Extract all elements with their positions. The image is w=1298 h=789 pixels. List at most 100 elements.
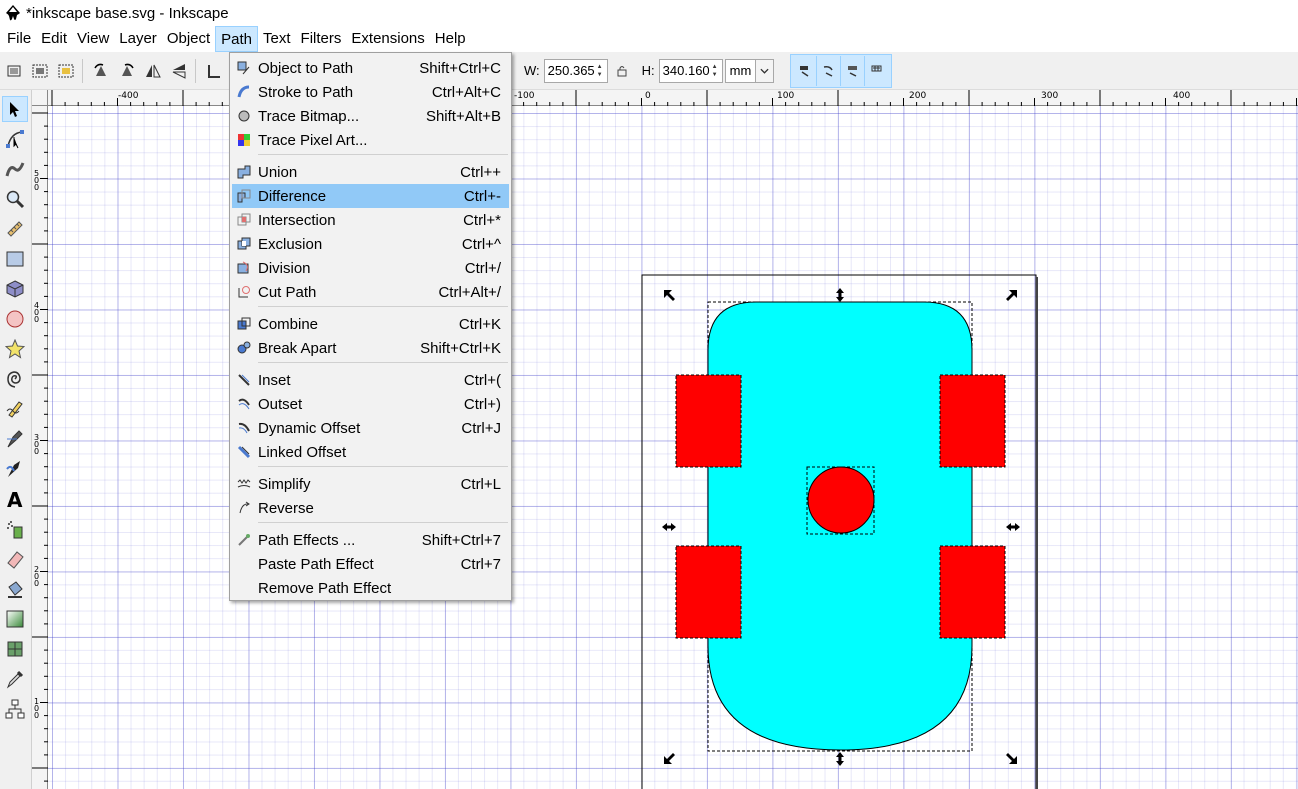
menu-item-difference[interactable]: Difference Ctrl+- [232, 184, 509, 208]
mesh-tool-icon[interactable] [2, 636, 28, 662]
menu-item-division[interactable]: Division Ctrl+/ [232, 256, 509, 280]
eraser-tool-icon[interactable] [2, 546, 28, 572]
inkscape-logo-icon [6, 5, 20, 21]
height-input[interactable] [659, 59, 712, 82]
menu-layer[interactable]: Layer [114, 26, 162, 52]
menu-item-reverse[interactable]: Reverse [232, 496, 509, 520]
unit-select[interactable]: mm [724, 58, 775, 83]
menu-item-simplify[interactable]: Simplify Ctrl+L [232, 472, 509, 496]
calligraphy-tool-icon[interactable] [2, 456, 28, 482]
menu-item-union[interactable]: Union Ctrl++ [232, 160, 509, 184]
move-patterns-icon[interactable] [865, 56, 889, 86]
dynamic-offset-icon [236, 420, 252, 436]
pen-tool-icon[interactable] [2, 426, 28, 452]
menu-item-remove-path-effect[interactable]: Remove Path Effect [232, 576, 509, 600]
menu-item-dynamic-offset[interactable]: Dynamic Offset Ctrl+J [232, 416, 509, 440]
rotate-ccw-icon[interactable] [89, 59, 113, 83]
measure-tool-icon[interactable] [2, 216, 28, 242]
menu-path[interactable]: Path [215, 26, 259, 52]
pencil-tool-icon[interactable] [2, 396, 28, 422]
ruler-label: -400 [118, 91, 139, 101]
ruler-label: 5 0 0 [34, 169, 40, 192]
3d-box-tool-icon[interactable] [2, 276, 28, 302]
text-tool-icon[interactable]: A [2, 486, 28, 512]
select-all-icon[interactable] [2, 59, 26, 83]
menu-item-exclusion[interactable]: Exclusion Ctrl+^ [232, 232, 509, 256]
title-bar: *inkscape base.svg - Inkscape [0, 0, 1298, 26]
ruler-label: -100 [514, 91, 535, 101]
wheel-bottom-right[interactable] [939, 545, 1006, 639]
simplify-icon [236, 476, 252, 492]
gradient-tool-icon[interactable] [2, 606, 28, 632]
scale-stroke-icon[interactable] [793, 55, 818, 86]
wheel-bottom-left[interactable] [675, 545, 742, 639]
menu-item-cut-path[interactable]: Cut Path Ctrl+Alt+/ [232, 280, 509, 304]
move-gradients-icon[interactable] [841, 55, 866, 86]
wheel-top-right[interactable] [939, 374, 1006, 468]
ruler-label: 2 0 0 [34, 565, 40, 588]
exclusion-icon [236, 236, 252, 252]
menu-item-linked-offset[interactable]: Linked Offset [232, 440, 509, 464]
menu-edit[interactable]: Edit [36, 26, 72, 52]
flip-vertical-icon[interactable] [167, 59, 191, 83]
menu-item-intersection[interactable]: Intersection Ctrl+* [232, 208, 509, 232]
cut-path-icon [236, 284, 252, 300]
tool-controls-bar: W: ▲▼ H: ▲▼ mm [0, 52, 1298, 90]
wheel-top-left[interactable] [675, 374, 742, 468]
rotate-cw-icon[interactable] [115, 59, 139, 83]
spiral-tool-icon[interactable] [2, 366, 28, 392]
inset-icon [236, 372, 252, 388]
ellipse-tool-icon[interactable] [2, 306, 28, 332]
menu-item-object-to-path[interactable]: Object to Path Shift+Ctrl+C [232, 56, 509, 80]
raise-to-top-icon[interactable] [202, 59, 226, 83]
ruler-corner [32, 90, 48, 106]
menu-item-paste-path-effect[interactable]: Paste Path Effect Ctrl+7 [232, 552, 509, 576]
width-spinbox[interactable]: ▲▼ [543, 58, 608, 83]
deselect-icon[interactable] [54, 59, 78, 83]
width-stepper-icon[interactable]: ▲ ▼ [597, 60, 607, 82]
width-label: W: [524, 63, 540, 78]
height-stepper-icon[interactable]: ▲ ▼ [712, 60, 722, 82]
flip-horizontal-icon[interactable] [141, 59, 165, 83]
zoom-tool-icon[interactable] [2, 186, 28, 212]
spray-tool-icon[interactable] [2, 516, 28, 542]
ruler-label: 4 0 0 [34, 301, 40, 324]
menu-object[interactable]: Object [162, 26, 215, 52]
vertical-ruler[interactable]: 5 0 0 4 0 0 3 0 0 2 0 0 1 0 0 [32, 106, 48, 789]
scale-corners-icon[interactable] [817, 55, 842, 86]
select-all-layers-icon[interactable] [28, 59, 52, 83]
menu-item-trace-bitmap[interactable]: Trace Bitmap... Shift+Alt+B [232, 104, 509, 128]
star-tool-icon[interactable] [2, 336, 28, 362]
menu-text[interactable]: Text [258, 26, 296, 52]
menu-file[interactable]: File [2, 26, 36, 52]
height-spinbox[interactable]: ▲▼ [658, 58, 723, 83]
connector-tool-icon[interactable] [2, 696, 28, 722]
center-hole-circle[interactable] [807, 466, 875, 534]
rectangle-tool-icon[interactable] [2, 246, 28, 272]
selector-tool-icon[interactable] [2, 96, 28, 122]
menu-extensions[interactable]: Extensions [346, 26, 429, 52]
menu-item-break-apart[interactable]: Break Apart Shift+Ctrl+K [232, 336, 509, 360]
menu-item-outset[interactable]: Outset Ctrl+) [232, 392, 509, 416]
dropper-tool-icon[interactable] [2, 666, 28, 692]
transform-toggle-group [790, 53, 893, 88]
svg-text:A: A [7, 489, 23, 509]
lock-proportions-icon[interactable] [610, 59, 634, 83]
width-input[interactable] [544, 59, 597, 82]
menu-filters[interactable]: Filters [296, 26, 347, 52]
menu-help[interactable]: Help [430, 26, 471, 52]
menu-item-stroke-to-path[interactable]: Stroke to Path Ctrl+Alt+C [232, 80, 509, 104]
chevron-down-icon[interactable] [755, 59, 774, 82]
division-icon [236, 260, 252, 276]
menu-item-combine[interactable]: Combine Ctrl+K [232, 312, 509, 336]
linked-offset-icon [236, 444, 252, 460]
menu-item-path-effects[interactable]: Path Effects ... Shift+Ctrl+7 [232, 528, 509, 552]
menu-item-inset[interactable]: Inset Ctrl+( [232, 368, 509, 392]
tweak-tool-icon[interactable] [2, 156, 28, 182]
unit-value: mm [729, 63, 752, 78]
paint-bucket-tool-icon[interactable] [2, 576, 28, 602]
menu-view[interactable]: View [72, 26, 114, 52]
node-tool-icon[interactable] [2, 126, 28, 152]
menu-item-trace-pixel-art[interactable]: Trace Pixel Art... [232, 128, 509, 152]
break-apart-icon [236, 340, 252, 356]
